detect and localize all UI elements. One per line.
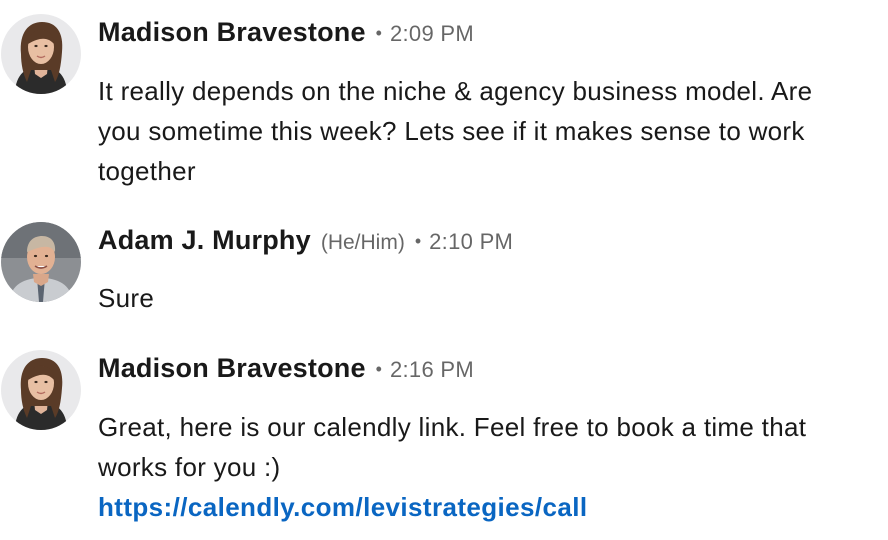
message-body: Great, here is our calendly link. Feel f… bbox=[98, 407, 818, 527]
sender-name[interactable]: Madison Bravestone bbox=[98, 353, 366, 384]
message-header: Madison Bravestone • 2:16 PM bbox=[98, 353, 474, 387]
timestamp: 2:10 PM bbox=[429, 229, 514, 254]
avatar[interactable] bbox=[1, 14, 81, 94]
separator-dot: • bbox=[375, 359, 382, 379]
avatar[interactable] bbox=[1, 350, 81, 430]
message-header: Adam J. Murphy (He/Him) • 2:10 PM bbox=[98, 225, 513, 259]
message-header: Madison Bravestone • 2:09 PM bbox=[98, 17, 474, 51]
message-thread: Madison Bravestone • 2:09 PM It really d… bbox=[0, 0, 888, 540]
sender-pronouns: (He/Him) bbox=[320, 231, 405, 254]
woman-avatar-icon bbox=[1, 350, 81, 430]
message-text: It really depends on the niche & agency … bbox=[98, 76, 813, 186]
man-avatar-icon bbox=[1, 222, 81, 302]
message-body: It really depends on the niche & agency … bbox=[98, 71, 818, 191]
sender-name[interactable]: Adam J. Murphy bbox=[98, 225, 311, 256]
timestamp: 2:09 PM bbox=[389, 21, 475, 46]
calendly-link[interactable]: https://calendly.com/levistrategies/call bbox=[98, 487, 818, 527]
message-text: Sure bbox=[98, 283, 155, 313]
sender-name[interactable]: Madison Bravestone bbox=[98, 17, 366, 48]
message-text: Great, here is our calendly link. Feel f… bbox=[98, 412, 807, 482]
woman-avatar-icon bbox=[1, 14, 81, 94]
separator-dot: • bbox=[375, 23, 382, 43]
timestamp: 2:16 PM bbox=[389, 357, 475, 382]
avatar[interactable] bbox=[1, 222, 81, 302]
message-body: Sure bbox=[98, 278, 818, 318]
separator-dot: • bbox=[414, 231, 422, 251]
